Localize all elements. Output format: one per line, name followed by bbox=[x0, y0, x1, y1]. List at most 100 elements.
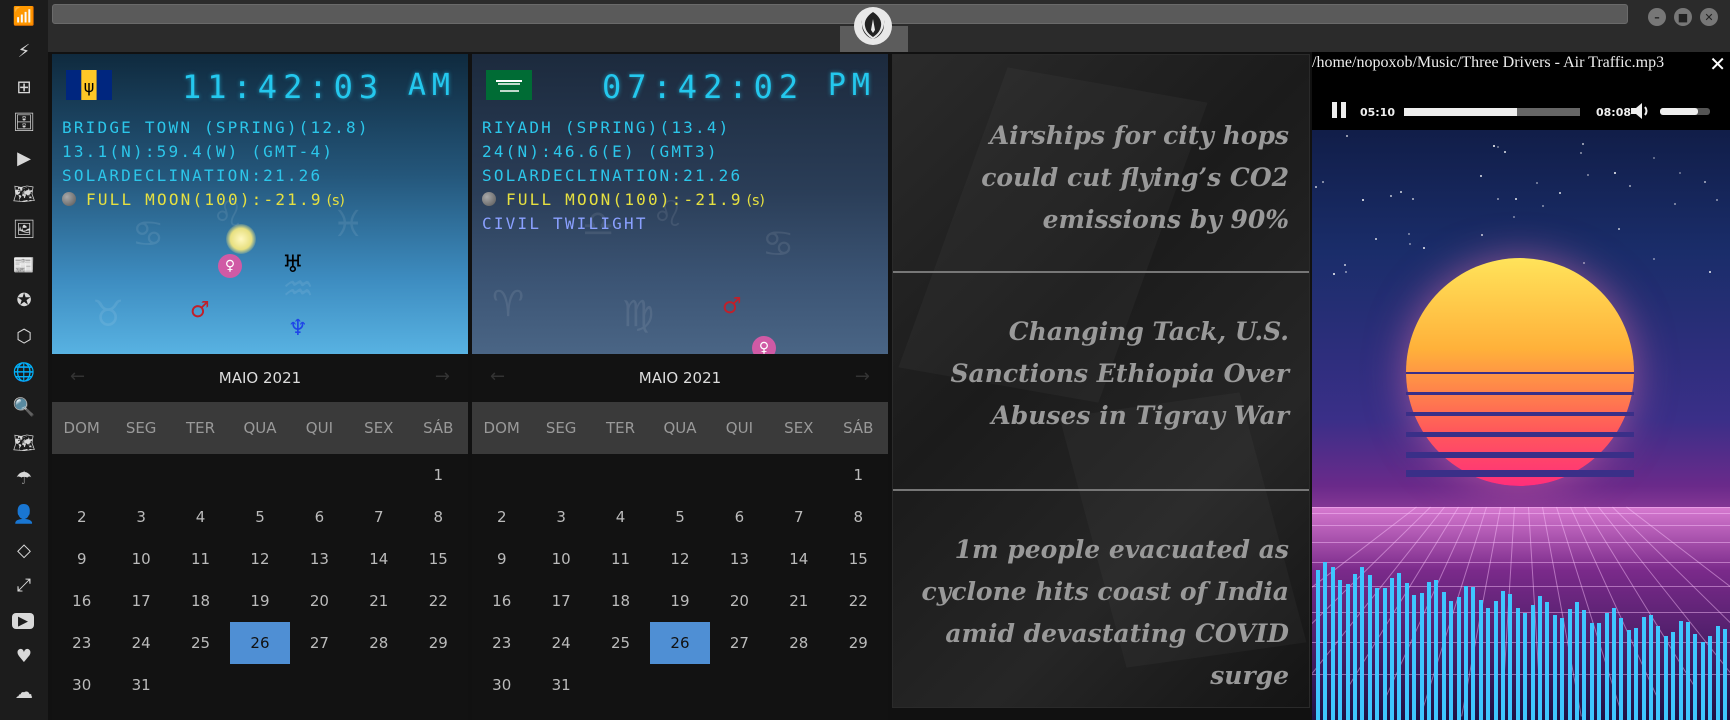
news-icon[interactable]: 📰 bbox=[12, 253, 36, 277]
calendar-day[interactable]: 13 bbox=[710, 538, 769, 580]
news-headline[interactable]: 1m people evacuated as cyclone hits coas… bbox=[909, 529, 1289, 697]
calendar-day[interactable]: 5 bbox=[230, 496, 289, 538]
calendar-day[interactable]: 18 bbox=[171, 580, 230, 622]
calendar-day[interactable]: 4 bbox=[171, 496, 230, 538]
calendar-day[interactable]: 8 bbox=[409, 496, 468, 538]
close-player-button[interactable]: ✕ bbox=[1709, 52, 1726, 76]
calendar-day[interactable]: 15 bbox=[409, 538, 468, 580]
maximize-button[interactable]: ■ bbox=[1674, 8, 1692, 26]
star bbox=[1703, 180, 1706, 183]
calendar-day[interactable]: 29 bbox=[409, 622, 468, 664]
calendar-day[interactable]: 14 bbox=[769, 538, 828, 580]
umbrella-icon[interactable]: ☂ bbox=[12, 467, 36, 491]
globe-icon[interactable]: 🌐 bbox=[12, 360, 36, 384]
contact-icon[interactable]: 👤 bbox=[12, 502, 36, 526]
map-book-icon[interactable]: 🗺 bbox=[12, 182, 36, 206]
news-headline[interactable]: Airships for city hops could cut flying’… bbox=[909, 115, 1289, 241]
sun-stripe bbox=[1406, 392, 1634, 395]
calendar-day[interactable]: 9 bbox=[472, 538, 531, 580]
calendar-day[interactable]: 9 bbox=[52, 538, 111, 580]
calendar-day[interactable]: 19 bbox=[650, 580, 709, 622]
play-circle-icon[interactable]: ▶ bbox=[12, 146, 36, 170]
calendar-day[interactable]: 26 bbox=[230, 622, 290, 664]
calendar-day[interactable]: 6 bbox=[290, 496, 349, 538]
calendar-day[interactable]: 25 bbox=[171, 622, 230, 664]
next-month-button[interactable]: → bbox=[435, 366, 450, 387]
rebel-alliance-logo-icon[interactable] bbox=[853, 6, 893, 46]
calendar-day[interactable]: 22 bbox=[829, 580, 888, 622]
calendar-day[interactable]: 5 bbox=[650, 496, 709, 538]
news-headline[interactable]: Changing Tack, U.S. Sanctions Ethiopia O… bbox=[909, 311, 1289, 437]
calendar-day[interactable]: 23 bbox=[52, 622, 111, 664]
calendar-day[interactable]: 15 bbox=[829, 538, 888, 580]
minimize-button[interactable]: – bbox=[1648, 8, 1666, 26]
calendar-day[interactable]: 29 bbox=[829, 622, 888, 664]
calendar-day[interactable]: 14 bbox=[349, 538, 408, 580]
calendar-day[interactable]: 16 bbox=[52, 580, 111, 622]
calendar-day[interactable]: 20 bbox=[290, 580, 349, 622]
calendar-day[interactable]: 24 bbox=[531, 622, 590, 664]
calendar-day[interactable]: 31 bbox=[111, 664, 170, 706]
hexagon-icon[interactable]: ⬡ bbox=[12, 324, 36, 348]
visualizer-bar bbox=[1449, 601, 1454, 720]
windows-icon[interactable]: ⊞ bbox=[12, 75, 36, 99]
calendar-day[interactable]: 25 bbox=[591, 622, 650, 664]
calendar-day[interactable]: 24 bbox=[111, 622, 170, 664]
rebel-icon[interactable]: ✪ bbox=[12, 289, 36, 313]
code-icon[interactable]: ◇ bbox=[12, 538, 36, 562]
cloud-icon[interactable]: ☁ bbox=[12, 680, 36, 704]
calendar-day[interactable]: 20 bbox=[710, 580, 769, 622]
calendar-day[interactable]: 17 bbox=[111, 580, 170, 622]
calendar-day[interactable]: 21 bbox=[769, 580, 828, 622]
wifi-icon[interactable]: 📶 bbox=[12, 4, 36, 28]
next-month-button[interactable]: → bbox=[855, 366, 870, 387]
calendar-day[interactable]: 7 bbox=[769, 496, 828, 538]
calendar-day[interactable]: 3 bbox=[111, 496, 170, 538]
calendar-day[interactable]: 17 bbox=[531, 580, 590, 622]
calendar-day[interactable]: 30 bbox=[472, 664, 531, 706]
calendar-day[interactable]: 10 bbox=[111, 538, 170, 580]
calendar-day[interactable]: 12 bbox=[230, 538, 289, 580]
map-icon[interactable]: 🗺 bbox=[12, 431, 36, 455]
calendar-day[interactable]: 13 bbox=[290, 538, 349, 580]
heart-icon[interactable]: ♥ bbox=[12, 645, 36, 669]
youtube-icon[interactable]: ▶ bbox=[12, 613, 34, 630]
calendar-day[interactable]: 12 bbox=[650, 538, 709, 580]
volume-slider[interactable] bbox=[1660, 108, 1710, 115]
pause-icon[interactable] bbox=[1330, 102, 1350, 118]
calendar-day[interactable]: 27 bbox=[290, 622, 349, 664]
calendar-day[interactable]: 18 bbox=[591, 580, 650, 622]
calendar-day[interactable]: 3 bbox=[531, 496, 590, 538]
expand-icon[interactable]: ⤢ bbox=[12, 574, 36, 598]
calendar-day[interactable]: 2 bbox=[472, 496, 531, 538]
calendar-day[interactable]: 31 bbox=[531, 664, 590, 706]
calendar-day[interactable]: 11 bbox=[591, 538, 650, 580]
calendar-day[interactable]: 7 bbox=[349, 496, 408, 538]
calendar-day[interactable]: 1 bbox=[409, 454, 468, 496]
calendar-day[interactable]: 6 bbox=[710, 496, 769, 538]
image-icon[interactable]: 🖼 bbox=[12, 218, 36, 242]
calendar-day[interactable]: 10 bbox=[531, 538, 590, 580]
bolt-icon[interactable]: ⚡ bbox=[12, 40, 36, 64]
close-window-button[interactable]: ✕ bbox=[1700, 8, 1718, 26]
calendar-day[interactable]: 19 bbox=[230, 580, 289, 622]
search-icon[interactable]: 🔍 bbox=[12, 396, 36, 420]
calendar-day[interactable]: 30 bbox=[52, 664, 111, 706]
volume-icon[interactable] bbox=[1630, 102, 1652, 120]
calendar-day[interactable]: 23 bbox=[472, 622, 531, 664]
calendar-day[interactable]: 4 bbox=[591, 496, 650, 538]
archive-icon[interactable]: 🗄 bbox=[12, 111, 36, 135]
address-input[interactable] bbox=[52, 4, 1628, 24]
calendar-day[interactable]: 28 bbox=[349, 622, 408, 664]
calendar-day[interactable]: 8 bbox=[829, 496, 888, 538]
calendar-day[interactable]: 16 bbox=[472, 580, 531, 622]
calendar-day[interactable]: 27 bbox=[710, 622, 769, 664]
calendar-day[interactable]: 22 bbox=[409, 580, 468, 622]
calendar-day[interactable]: 28 bbox=[769, 622, 828, 664]
calendar-day[interactable]: 1 bbox=[829, 454, 888, 496]
calendar-day[interactable]: 2 bbox=[52, 496, 111, 538]
seek-bar[interactable] bbox=[1404, 108, 1580, 116]
calendar-day[interactable]: 26 bbox=[650, 622, 710, 664]
calendar-day[interactable]: 11 bbox=[171, 538, 230, 580]
calendar-day[interactable]: 21 bbox=[349, 580, 408, 622]
